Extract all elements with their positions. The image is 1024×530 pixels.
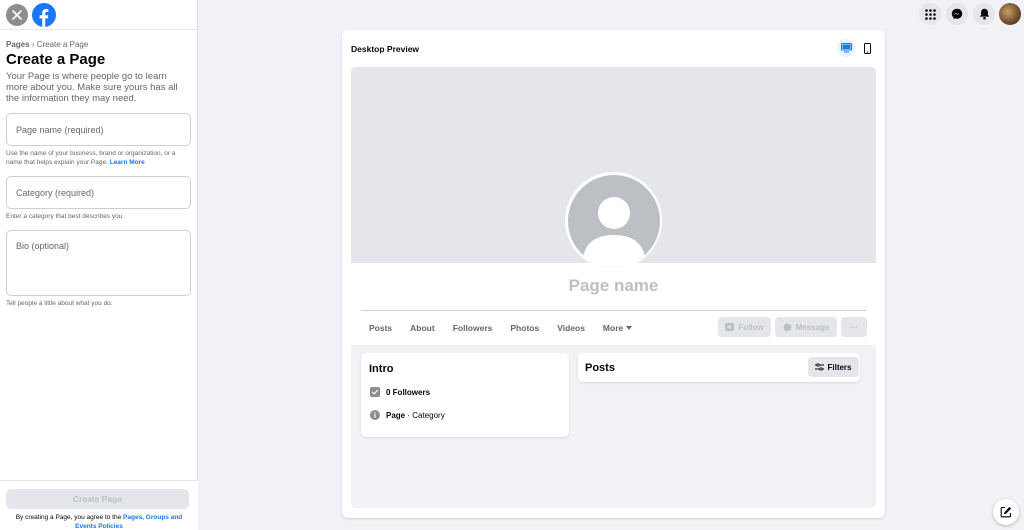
new-message-button[interactable] <box>993 499 1019 525</box>
breadcrumb-pages-link[interactable]: Pages <box>6 40 30 49</box>
default-avatar-icon <box>581 196 646 267</box>
mobile-view-toggle[interactable] <box>858 39 876 57</box>
filter-sliders-icon <box>815 363 825 371</box>
bell-icon <box>979 8 989 20</box>
terms-text: By creating a Page, you agree to the Pag… <box>6 513 192 530</box>
learn-more-link[interactable]: Learn More <box>110 159 145 166</box>
menu-button[interactable] <box>919 3 941 25</box>
messenger-button[interactable] <box>946 3 968 25</box>
category-label: · Category <box>405 410 445 420</box>
account-avatar[interactable] <box>999 3 1021 25</box>
bio-hint: Tell people a little about what you do. <box>6 300 113 307</box>
breadcrumb-separator: › <box>31 40 35 49</box>
bio-placeholder: Bio (optional) <box>16 241 70 251</box>
messenger-icon <box>783 323 791 331</box>
intro-card: Intro 0 Followers Page · Category <box>361 353 569 437</box>
filters-label: Filters <box>827 362 852 372</box>
profile-picture <box>565 172 662 269</box>
desktop-preview-card: Desktop Preview Page name Posts About Fo… <box>342 30 885 518</box>
terms-prefix: By creating a Page, you agree to the <box>15 514 122 521</box>
header-divider <box>361 310 866 311</box>
preview-page-name: Page name <box>568 276 659 295</box>
page-title: Create a Page <box>6 51 106 68</box>
page-name-hint: Use the name of your business, brand or … <box>6 149 191 167</box>
desktop-view-toggle[interactable] <box>837 39 855 57</box>
page-name-hint-text: Use the name of your business, brand or … <box>6 150 176 166</box>
tab-videos[interactable]: Videos <box>557 323 585 333</box>
follow-label: Follow <box>738 322 764 332</box>
intro-title: Intro <box>369 363 394 375</box>
create-page-sidebar: Pages › Create a Page Create a Page Your… <box>0 0 198 530</box>
follow-icon <box>725 323 735 331</box>
follower-check-icon <box>370 387 380 397</box>
tab-photos[interactable]: Photos <box>510 323 539 333</box>
followers-count: 0 Followers <box>386 387 431 397</box>
facebook-logo-icon[interactable] <box>32 2 56 27</box>
posts-title: Posts <box>585 362 615 374</box>
breadcrumb-current: Create a Page <box>36 40 89 49</box>
create-page-button[interactable]: Create Page <box>6 489 189 509</box>
caret-down-icon <box>626 326 633 330</box>
category-hint: Enter a category that best describes you… <box>6 213 125 220</box>
messenger-icon <box>951 8 963 20</box>
follow-button[interactable]: Follow <box>718 317 771 337</box>
bio-textarea[interactable]: Bio (optional) <box>6 230 191 296</box>
category-input[interactable]: Category (required) <box>6 176 191 209</box>
more-actions-button[interactable]: ··· <box>841 317 867 337</box>
page-label: Page <box>386 410 406 420</box>
filters-button[interactable]: Filters <box>808 357 859 377</box>
page-preview-canvas: Page name Posts About Followers Photos V… <box>351 67 876 508</box>
message-label: Message <box>795 322 830 332</box>
breadcrumb: Pages › Create a Page <box>6 40 191 49</box>
more-actions-label: ··· <box>850 322 858 332</box>
message-button[interactable]: Message <box>775 317 837 337</box>
sidebar-footer: Create Page By creating a Page, you agre… <box>0 480 198 530</box>
tab-about[interactable]: About <box>410 323 435 333</box>
close-button[interactable] <box>6 3 28 26</box>
tab-more-label: More <box>602 323 624 333</box>
posts-card: Posts Filters <box>578 353 860 382</box>
page-tabs: Posts About Followers Photos Videos More <box>369 323 650 333</box>
grid-menu-icon <box>924 8 936 20</box>
preview-title: Desktop Preview <box>351 44 420 54</box>
followers-row: 0 Followers <box>370 387 430 397</box>
tab-posts[interactable]: Posts <box>369 323 392 333</box>
page-description: Your Page is where people go to learn mo… <box>6 71 178 104</box>
tab-more[interactable]: More <box>602 323 633 333</box>
page-name-input[interactable]: Page name (required) <box>6 113 191 146</box>
desktop-icon <box>840 43 852 53</box>
close-icon <box>12 9 22 20</box>
category-placeholder: Category (required) <box>16 187 95 198</box>
notifications-button[interactable] <box>973 3 995 25</box>
mobile-phone-icon <box>863 42 871 54</box>
tab-followers[interactable]: Followers <box>453 323 493 333</box>
page-category-row: Page · Category <box>370 410 445 420</box>
compose-icon <box>1000 506 1012 518</box>
info-icon <box>370 410 380 420</box>
page-name-placeholder: Page name (required) <box>16 124 104 135</box>
sidebar-header <box>0 0 197 30</box>
